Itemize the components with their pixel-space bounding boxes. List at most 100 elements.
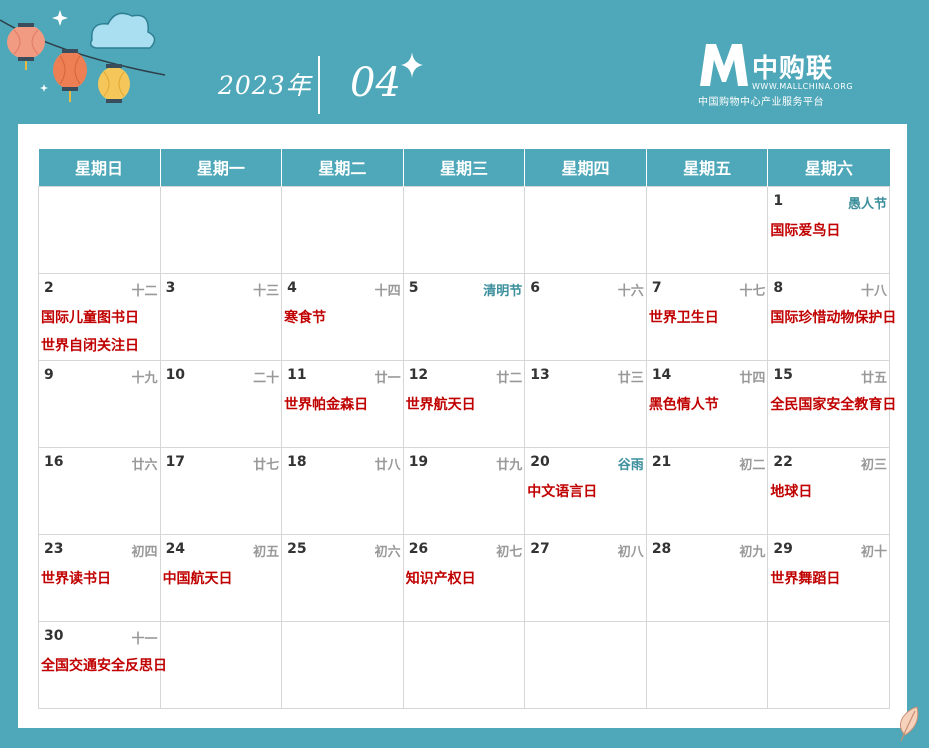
day-number: 6 [530, 279, 540, 296]
holiday-event: 地球日 [770, 483, 813, 500]
lunar-date: 初五 [253, 544, 280, 560]
mallchina-logo-icon [700, 44, 748, 86]
lunar-date: 初九 [739, 544, 766, 560]
holiday-event: 黑色情人节 [648, 396, 719, 413]
day-cell[interactable]: 5 清明节 [402, 272, 526, 361]
day-cell[interactable]: 13 廿三 [524, 359, 647, 448]
day-cell[interactable]: 2 十二 国际儿童图书日 世界自闭关注日 [38, 272, 161, 361]
day-cell[interactable]: 6 十六 [524, 272, 647, 361]
day-number: 16 [44, 453, 64, 470]
lunar-date: 初十 [860, 544, 887, 560]
day-cell[interactable]: 27 初八 [524, 533, 647, 622]
day-number: 28 [651, 540, 672, 557]
empty-day-cell [159, 185, 283, 274]
day-cell[interactable]: 26 初七知识产权日 [402, 533, 526, 622]
day-cell[interactable]: 3 十三 [159, 272, 283, 361]
day-number: 20 [530, 453, 550, 470]
lunar-date: 十六 [617, 283, 644, 299]
holiday-event: 知识产权日 [405, 570, 476, 587]
day-cell[interactable]: 25 初六 [281, 533, 404, 622]
lunar-date: 廿一 [374, 370, 401, 386]
day-cell[interactable]: 24 初五 中国航天日 [159, 533, 283, 622]
lunar-date: 十四 [374, 283, 401, 299]
calendar-week-row: 1 愚人节 国际爱鸟日 [38, 185, 890, 274]
lunar-date: 十二 [131, 283, 158, 299]
day-number: 22 [773, 453, 793, 470]
calendar-week-row: 16 廿六 17 廿七 18 廿八 19 廿九 20 谷雨 中文语言日 21 初二 22 初三 地球日 [38, 446, 890, 535]
day-cell[interactable]: 28 初九 [645, 533, 769, 622]
day-cell[interactable]: 16 廿六 [38, 446, 161, 535]
lunar-date: 初三 [860, 457, 887, 473]
day-number: 24 [165, 540, 186, 557]
day-number: 12 [408, 366, 429, 383]
weekday-header-row: 星期日 星期一 星期二 星期三 星期四 星期五 星期六 [38, 149, 890, 186]
day-number: 7 [651, 279, 662, 296]
lunar-date: 廿二 [496, 370, 523, 386]
empty-day-cell [402, 185, 526, 274]
day-cell[interactable]: 15 廿五 全民国家安全教育日 [767, 359, 896, 448]
calendar-grid: 星期日 星期一 星期二 星期三 星期四 星期五 星期六 1 愚人节 国际爱鸟日 2 十二 国际儿童图书… [38, 149, 896, 709]
day-cell[interactable]: 14 廿四 黑色情人节 [645, 359, 769, 448]
weekday-header: 星期四 [524, 149, 647, 186]
lunar-date: 廿八 [374, 457, 401, 473]
holiday-event: 全国交通安全反思日 [41, 657, 167, 674]
lunar-date: 初六 [374, 544, 401, 560]
brand-tagline: 中国购物中心产业服务平台 [698, 97, 824, 108]
weekday-header: 星期二 [281, 149, 404, 186]
lunar-date: 初二 [739, 457, 766, 473]
lunar-date: 初七 [496, 544, 523, 560]
day-number: 19 [408, 453, 429, 470]
calendar-year: 2023年 [218, 71, 312, 100]
day-number: 4 [287, 279, 297, 296]
empty-day-cell [402, 620, 526, 709]
header-divider [318, 56, 320, 114]
lunar-date: 廿三 [617, 370, 644, 386]
lunar-date: 廿九 [496, 457, 523, 473]
day-number: 8 [773, 279, 784, 296]
lunar-date: 廿五 [860, 370, 887, 386]
empty-day-cell [524, 620, 647, 709]
day-cell[interactable]: 1 愚人节 国际爱鸟日 [767, 185, 890, 274]
day-cell[interactable]: 22 初三地球日 [767, 446, 890, 535]
weekday-header: 星期六 [767, 149, 890, 186]
day-cell[interactable]: 21 初二 [645, 446, 769, 535]
empty-day-cell [524, 185, 647, 274]
lunar-date: 廿七 [253, 457, 280, 473]
empty-day-cell [281, 185, 404, 274]
holiday-event: 国际儿童图书日 [41, 309, 139, 326]
calendar-week-row: 30 十一 全国交通安全反思日 [38, 620, 890, 709]
day-number: 25 [287, 540, 307, 557]
holiday-event: 寒食节 [284, 309, 327, 326]
day-cell[interactable]: 9 十九 [38, 359, 161, 448]
day-cell[interactable]: 4 十四寒食节 [281, 272, 404, 361]
day-cell[interactable]: 20 谷雨 中文语言日 [524, 446, 647, 535]
lanterns-decoration-icon [0, 10, 166, 103]
day-cell[interactable]: 19 廿九 [402, 446, 526, 535]
leaf-decoration-icon [899, 706, 919, 742]
calendar-header: 2023年 04 中购联 WWW.MALLCHINA.ORG 中国购物中心产业服… [0, 0, 929, 124]
day-cell[interactable]: 29 初十 世界舞蹈日 [767, 533, 890, 622]
lunar-date: 初八 [617, 544, 644, 560]
brand-logo: 中购联 WWW.MALLCHINA.ORG 中国购物中心产业服务平台 [698, 42, 878, 108]
day-number: 18 [287, 453, 307, 470]
holiday-event: 世界读书日 [41, 570, 111, 587]
day-cell[interactable]: 10 二十 [159, 359, 283, 448]
day-cell[interactable]: 17 廿七 [159, 446, 283, 535]
day-number: 26 [408, 540, 429, 557]
day-cell[interactable]: 18 廿八 [281, 446, 404, 535]
solar-term-label: 谷雨 [617, 457, 644, 473]
day-cell[interactable]: 23 初四 世界读书日 [38, 533, 161, 622]
day-cell[interactable]: 8 十八 国际珍惜动物保护日 [767, 272, 896, 361]
day-cell[interactable]: 12 廿二 世界航天日 [402, 359, 526, 448]
holiday-event: 全民国家安全教育日 [770, 396, 897, 413]
day-cell[interactable]: 7 十七 世界卫生日 [645, 272, 769, 361]
holiday-event: 国际珍惜动物保护日 [770, 309, 897, 326]
brand-url: WWW.MALLCHINA.ORG [752, 82, 854, 91]
day-cell[interactable]: 30 十一 全国交通安全反思日 [38, 620, 167, 709]
empty-day-cell [645, 620, 769, 709]
holiday-event: 国际爱鸟日 [770, 222, 841, 239]
day-number: 17 [165, 453, 186, 470]
calendar-week-row: 23 初四 世界读书日 24 初五 中国航天日 25 初六 26 初七 知识产权日 27 初八 28 初九 2… [38, 533, 890, 622]
day-cell[interactable]: 11 廿一 世界帕金森日 [281, 359, 404, 448]
lunar-date: 二十 [253, 370, 280, 386]
